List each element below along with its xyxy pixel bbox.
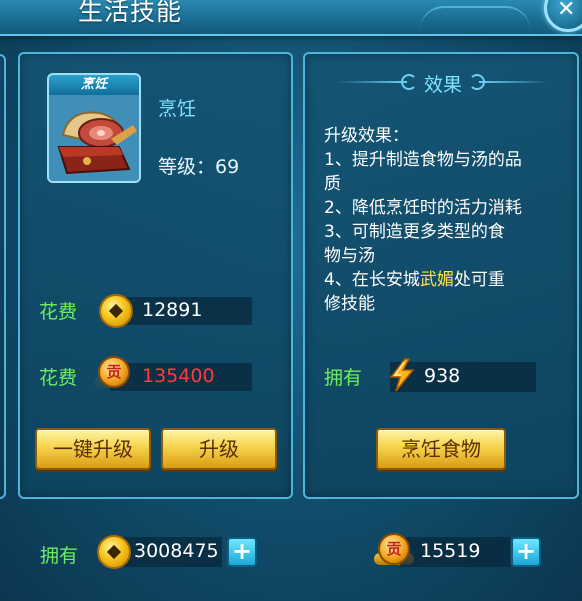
effect-line-prefix: 4、在长安城	[324, 270, 420, 290]
title-bar: 生活技能	[0, 0, 582, 36]
roast-meat-icon	[49, 95, 139, 181]
cooking-skill-icon[interactable]: 烹饪	[47, 73, 141, 183]
title-ornament	[420, 6, 530, 30]
energy-value: 938	[424, 365, 461, 387]
owned-label: 拥有	[324, 367, 363, 389]
effect-line: 4、在长安城武媚处可重	[324, 268, 564, 292]
contribution-medal-icon: 贡	[94, 356, 134, 396]
gold-cost-row: 花费 12891	[20, 292, 295, 328]
window-title: 生活技能	[78, 0, 183, 26]
owned-energy-row: 拥有 938	[305, 358, 581, 394]
effect-line-suffix: 处可重	[453, 270, 505, 290]
footer-gold-box: 3008475	[118, 537, 222, 567]
contribution-cost-row: 花费 135400 贡	[20, 356, 295, 396]
energy-bolt-icon	[389, 358, 415, 392]
effect-line: 2、降低烹饪时的活力消耗	[324, 198, 522, 218]
effect-line: 1、提升制造食物与汤的品	[324, 150, 522, 170]
cost-label: 花费	[39, 301, 78, 323]
left-panel-edge	[0, 54, 6, 499]
footer-contribution-box: 15519	[400, 537, 510, 567]
cost-label: 花费	[39, 367, 78, 389]
skill-icon-tag: 烹饪	[49, 75, 139, 95]
effect-line: 修技能	[324, 294, 375, 314]
gold-cost-value: 12891	[142, 299, 203, 321]
upgrade-all-button[interactable]: 一键升级	[35, 428, 151, 470]
effect-line: 物与汤	[324, 246, 375, 266]
effect-description: 升级效果： 1、提升制造食物与汤的品 质 2、降低烹饪时的活力消耗 3、可制造更…	[324, 124, 564, 316]
contribution-medal-icon: 贡	[374, 533, 414, 573]
gold-coin-icon	[97, 535, 131, 569]
cook-food-button[interactable]: 烹饪食物	[376, 428, 506, 470]
add-contribution-button[interactable]: +	[511, 537, 541, 567]
gold-coin-icon	[99, 294, 133, 328]
footer-contribution-value: 15519	[420, 540, 481, 562]
skill-name: 烹饪	[158, 98, 197, 120]
upgrade-button[interactable]: 升级	[161, 428, 277, 470]
npc-name-highlight[interactable]: 武媚	[420, 270, 454, 290]
effect-line: 升级效果：	[324, 126, 409, 146]
effect-line: 3、可制造更多类型的食	[324, 222, 505, 242]
add-gold-button[interactable]: +	[227, 537, 257, 567]
contribution-cost-value: 135400	[142, 365, 215, 387]
effect-header: 效果	[305, 68, 581, 96]
skill-panel: 烹饪 烹饪 等级：69 花费 12891 花费 135400 贡 一键升级 升级	[18, 52, 293, 499]
skill-level: 等级：69	[158, 156, 240, 178]
header-line-right	[479, 81, 549, 83]
effect-line: 质	[324, 174, 341, 194]
close-icon: ✕	[557, 0, 576, 22]
footer-gold-value: 3008475	[134, 540, 219, 562]
effect-panel: 效果 升级效果： 1、提升制造食物与汤的品 质 2、降低烹饪时的活力消耗 3、可…	[303, 52, 579, 499]
effect-title: 效果	[423, 74, 462, 96]
footer-owned-label: 拥有	[40, 545, 79, 567]
